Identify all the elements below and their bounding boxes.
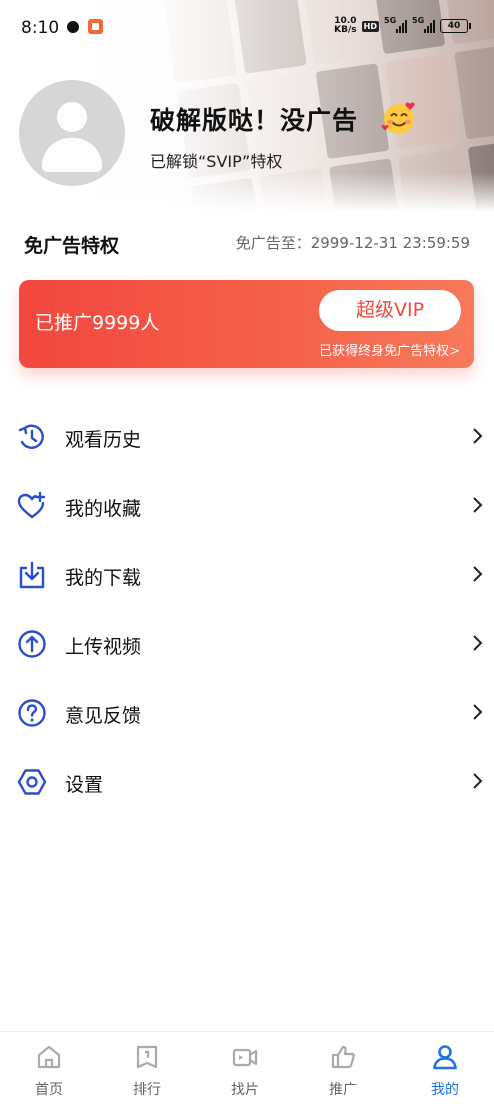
menu-item-upload-video[interactable]: 上传视频 bbox=[0, 609, 494, 678]
menu-label: 意见反馈 bbox=[65, 705, 142, 727]
avatar[interactable] bbox=[19, 80, 125, 186]
download-icon bbox=[19, 561, 45, 589]
nav-label: 首页 bbox=[35, 1082, 63, 1098]
user-name: 破解版哒！没广告 bbox=[150, 106, 359, 135]
chevron-right-icon bbox=[473, 773, 483, 789]
vip-card[interactable]: 已推广9999人 超级VIP 已获得终身免广告特权> bbox=[19, 280, 474, 368]
bottom-nav: 首页 排行 找片 推广 我的 bbox=[0, 1031, 494, 1104]
settings-icon bbox=[17, 769, 47, 795]
upload-icon bbox=[18, 630, 46, 658]
nav-label: 排行 bbox=[133, 1082, 161, 1098]
thumbs-up-icon bbox=[331, 1045, 355, 1069]
signal-icon: 5G bbox=[384, 16, 407, 33]
lifetime-adfree-link[interactable]: 已获得终身免广告特权> bbox=[319, 340, 460, 359]
status-bar: 8:10 10.0 KB/s HD 5G 5G 40 bbox=[0, 0, 494, 56]
history-icon bbox=[18, 424, 44, 449]
profile-header: 8:10 10.0 KB/s HD 5G 5G 40 破解版哒！没广告 已解锁“… bbox=[0, 0, 494, 212]
chevron-right-icon bbox=[473, 497, 483, 513]
menu-item-my-downloads[interactable]: 我的下载 bbox=[0, 540, 494, 609]
nav-home[interactable]: 首页 bbox=[0, 1032, 98, 1104]
home-icon bbox=[37, 1045, 61, 1069]
menu-item-settings[interactable]: 设置 bbox=[0, 747, 494, 816]
menu-label: 设置 bbox=[65, 774, 104, 796]
favorite-icon bbox=[17, 491, 46, 519]
nav-ranking[interactable]: 排行 bbox=[98, 1032, 196, 1104]
menu-label: 我的下载 bbox=[65, 567, 142, 589]
signal-icon-2: 5G bbox=[412, 16, 435, 33]
notification-dot-icon bbox=[67, 21, 79, 33]
menu-label: 上传视频 bbox=[65, 636, 142, 658]
smiling-face-with-hearts-icon bbox=[381, 102, 415, 134]
nav-label: 我的 bbox=[431, 1082, 459, 1098]
promoted-count: 已推广9999人 bbox=[35, 312, 160, 334]
chevron-right-icon bbox=[473, 566, 483, 582]
user-subtitle: 已解锁“SVIP”特权 bbox=[150, 152, 283, 171]
adfree-expiry: 免广告至：2999-12-31 23:59:59 bbox=[235, 234, 470, 252]
menu-item-watch-history[interactable]: 观看历史 bbox=[0, 402, 494, 471]
nav-label: 找片 bbox=[231, 1082, 259, 1098]
chevron-right-icon bbox=[473, 704, 483, 720]
menu-label: 我的收藏 bbox=[65, 498, 142, 520]
nav-mine[interactable]: 我的 bbox=[396, 1032, 494, 1104]
super-vip-button[interactable]: 超级VIP bbox=[319, 290, 461, 331]
adfree-title: 免广告特权 bbox=[24, 235, 120, 257]
profile-icon bbox=[433, 1045, 457, 1070]
hd-badge: HD bbox=[361, 20, 379, 32]
chevron-right-icon bbox=[473, 635, 483, 651]
network-speed: 10.0 KB/s bbox=[334, 16, 357, 35]
app-notification-icon bbox=[88, 19, 103, 34]
nav-find-films[interactable]: 找片 bbox=[196, 1032, 294, 1104]
battery-icon: 40 bbox=[440, 19, 471, 33]
nav-label: 推广 bbox=[329, 1082, 357, 1098]
menu-item-feedback[interactable]: 意见反馈 bbox=[0, 678, 494, 747]
nav-promote[interactable]: 推广 bbox=[294, 1032, 392, 1104]
video-camera-icon bbox=[232, 1048, 258, 1067]
menu-item-my-favorites[interactable]: 我的收藏 bbox=[0, 471, 494, 540]
menu-label: 观看历史 bbox=[65, 429, 142, 451]
status-indicators: 10.0 KB/s HD 5G 5G 40 bbox=[334, 16, 471, 35]
ranking-icon bbox=[136, 1045, 158, 1069]
help-icon bbox=[18, 699, 46, 727]
status-time: 8:10 bbox=[21, 18, 60, 38]
chevron-right-icon bbox=[473, 428, 483, 444]
